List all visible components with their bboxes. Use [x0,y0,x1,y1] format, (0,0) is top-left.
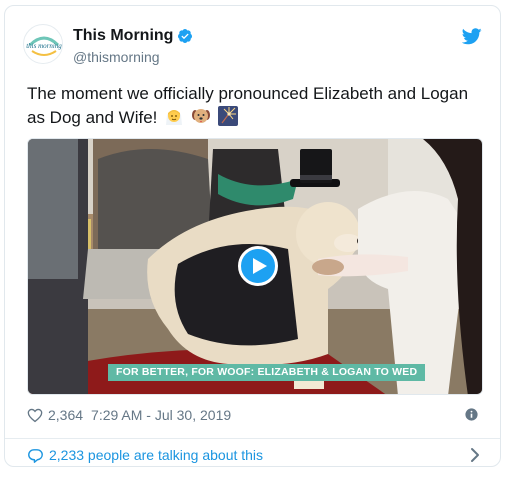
like-count[interactable]: 2,364 [48,407,83,423]
chevron-right-icon[interactable] [470,447,480,463]
sparkler-emoji [217,106,238,126]
bride-with-veil-emoji [166,110,183,125]
tweet-timestamp[interactable]: 7:29 AM - Jul 30, 2019 [91,407,231,423]
conversation-link[interactable]: 2,233 people are talking about this [27,447,263,464]
play-icon [253,258,267,274]
play-button[interactable] [238,246,278,286]
dog-face-emoji [191,109,210,123]
author-handle[interactable]: @thismorning [73,49,160,65]
twitter-bird-icon[interactable] [462,28,482,45]
heart-icon[interactable] [27,407,43,423]
video-player[interactable]: FOR BETTER, FOR WOOF: ELIZABETH & LOGAN … [27,138,483,395]
conversation-text[interactable]: 2,233 people are talking about this [49,447,263,463]
info-icon[interactable] [465,408,478,421]
divider [5,438,500,439]
tweet-card[interactable]: this morning This Morning @thismorning T… [4,5,501,467]
video-caption: FOR BETTER, FOR WOOF: ELIZABETH & LOGAN … [108,364,426,381]
tweet-text: The moment we officially pronounced Eliz… [27,82,482,130]
tweet-text-body: The moment we officially pronounced Eliz… [27,84,469,127]
author-name[interactable]: This Morning [73,27,173,45]
comment-bubble-icon [28,449,43,463]
verified-badge-icon [177,29,192,43]
avatar[interactable]: this morning [23,24,63,64]
tweet-meta: 2,364 7:29 AM - Jul 30, 2019 [27,407,239,423]
avatar-logo-text: this morning [26,42,62,50]
